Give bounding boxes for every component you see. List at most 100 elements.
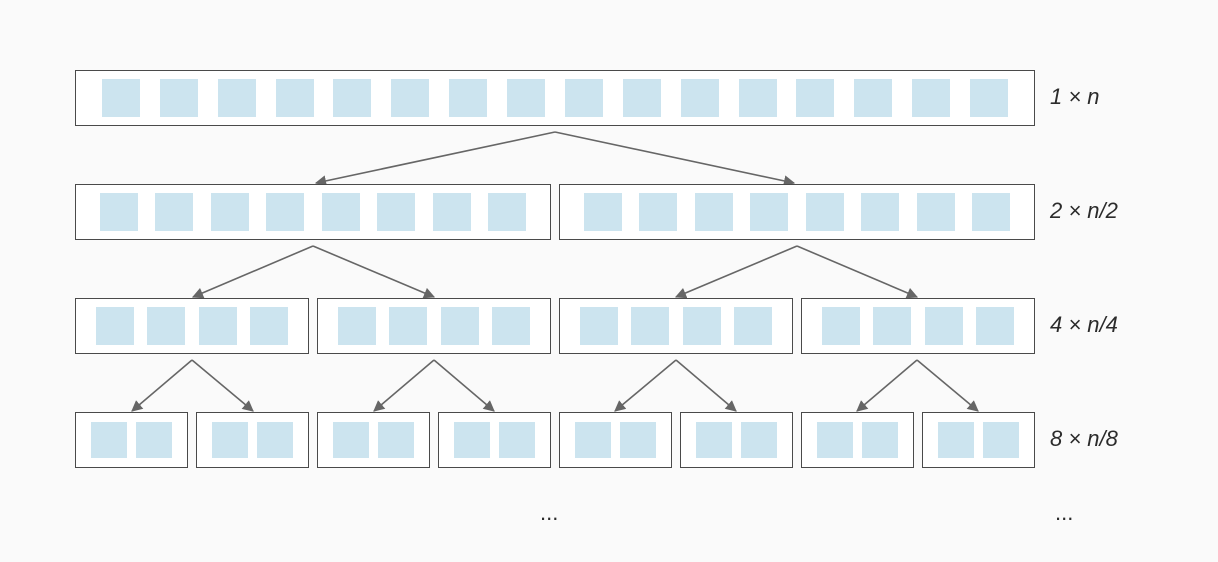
- cell: [739, 79, 777, 117]
- array-group: [559, 184, 1035, 240]
- arrow: [374, 360, 434, 411]
- arrow: [434, 360, 494, 411]
- cell: [639, 193, 677, 231]
- cell: [212, 422, 248, 458]
- cell: [806, 193, 844, 231]
- cell: [976, 307, 1014, 345]
- cell: [912, 79, 950, 117]
- array-group: [438, 412, 551, 468]
- cell: [681, 79, 719, 117]
- array-group: [75, 184, 551, 240]
- cell: [499, 422, 535, 458]
- cell: [938, 422, 974, 458]
- arrow: [316, 132, 555, 183]
- cell: [266, 193, 304, 231]
- arrow: [857, 360, 917, 411]
- arrow: [797, 246, 917, 297]
- cell: [854, 79, 892, 117]
- array-group: [75, 70, 1035, 126]
- array-group: [559, 412, 672, 468]
- cell: [683, 307, 721, 345]
- cell: [333, 79, 371, 117]
- cell: [96, 307, 134, 345]
- cell: [925, 307, 963, 345]
- cell: [970, 79, 1008, 117]
- arrow: [193, 246, 313, 297]
- cell: [199, 307, 237, 345]
- cell: [695, 193, 733, 231]
- arrow: [132, 360, 192, 411]
- cell: [441, 307, 479, 345]
- ellipsis-right: ...: [1055, 500, 1073, 526]
- cell: [91, 422, 127, 458]
- cell: [136, 422, 172, 458]
- cell: [917, 193, 955, 231]
- cell: [454, 422, 490, 458]
- arrow: [555, 132, 794, 183]
- cell: [565, 79, 603, 117]
- cell: [160, 79, 198, 117]
- cell: [257, 422, 293, 458]
- array-group: [317, 412, 430, 468]
- cell: [507, 79, 545, 117]
- cell: [696, 422, 732, 458]
- cell: [750, 193, 788, 231]
- cell: [378, 422, 414, 458]
- cell: [391, 79, 429, 117]
- cell: [862, 422, 898, 458]
- cell: [322, 193, 360, 231]
- cell: [741, 422, 777, 458]
- array-group: [680, 412, 793, 468]
- arrow: [676, 360, 736, 411]
- cell: [584, 193, 622, 231]
- cell: [100, 193, 138, 231]
- cell: [488, 193, 526, 231]
- level-2-label: 4 × n/4: [1050, 312, 1200, 338]
- level-3-label: 8 × n/8: [1050, 426, 1200, 452]
- cell: [433, 193, 471, 231]
- cell: [817, 422, 853, 458]
- cell: [861, 193, 899, 231]
- array-group: [801, 412, 914, 468]
- array-group: [801, 298, 1035, 354]
- cell: [276, 79, 314, 117]
- level-1-row: [75, 184, 1035, 240]
- cell: [218, 79, 256, 117]
- cell: [873, 307, 911, 345]
- cell: [623, 79, 661, 117]
- cell: [983, 422, 1019, 458]
- cell: [631, 307, 669, 345]
- arrow: [192, 360, 253, 411]
- cell: [796, 79, 834, 117]
- level-1-label: 2 × n/2: [1050, 198, 1200, 224]
- array-group: [317, 298, 551, 354]
- cell: [211, 193, 249, 231]
- cell: [377, 193, 415, 231]
- cell: [389, 307, 427, 345]
- cell: [492, 307, 530, 345]
- arrow: [313, 246, 434, 297]
- cell: [972, 193, 1010, 231]
- level-0-row: [75, 70, 1035, 126]
- level-2-row: [75, 298, 1035, 354]
- level-0-label: 1 × n: [1050, 84, 1200, 110]
- array-group: [196, 412, 309, 468]
- cell: [333, 422, 369, 458]
- level-3-row: [75, 412, 1035, 468]
- array-group: [75, 412, 188, 468]
- arrow: [917, 360, 978, 411]
- cell: [620, 422, 656, 458]
- cell: [734, 307, 772, 345]
- arrow: [676, 246, 797, 297]
- cell: [102, 79, 140, 117]
- array-group: [559, 298, 793, 354]
- cell: [580, 307, 618, 345]
- cell: [250, 307, 288, 345]
- cell: [147, 307, 185, 345]
- cell: [155, 193, 193, 231]
- cell: [449, 79, 487, 117]
- array-group: [922, 412, 1035, 468]
- cell: [338, 307, 376, 345]
- cell: [822, 307, 860, 345]
- ellipsis-center: ...: [540, 500, 558, 526]
